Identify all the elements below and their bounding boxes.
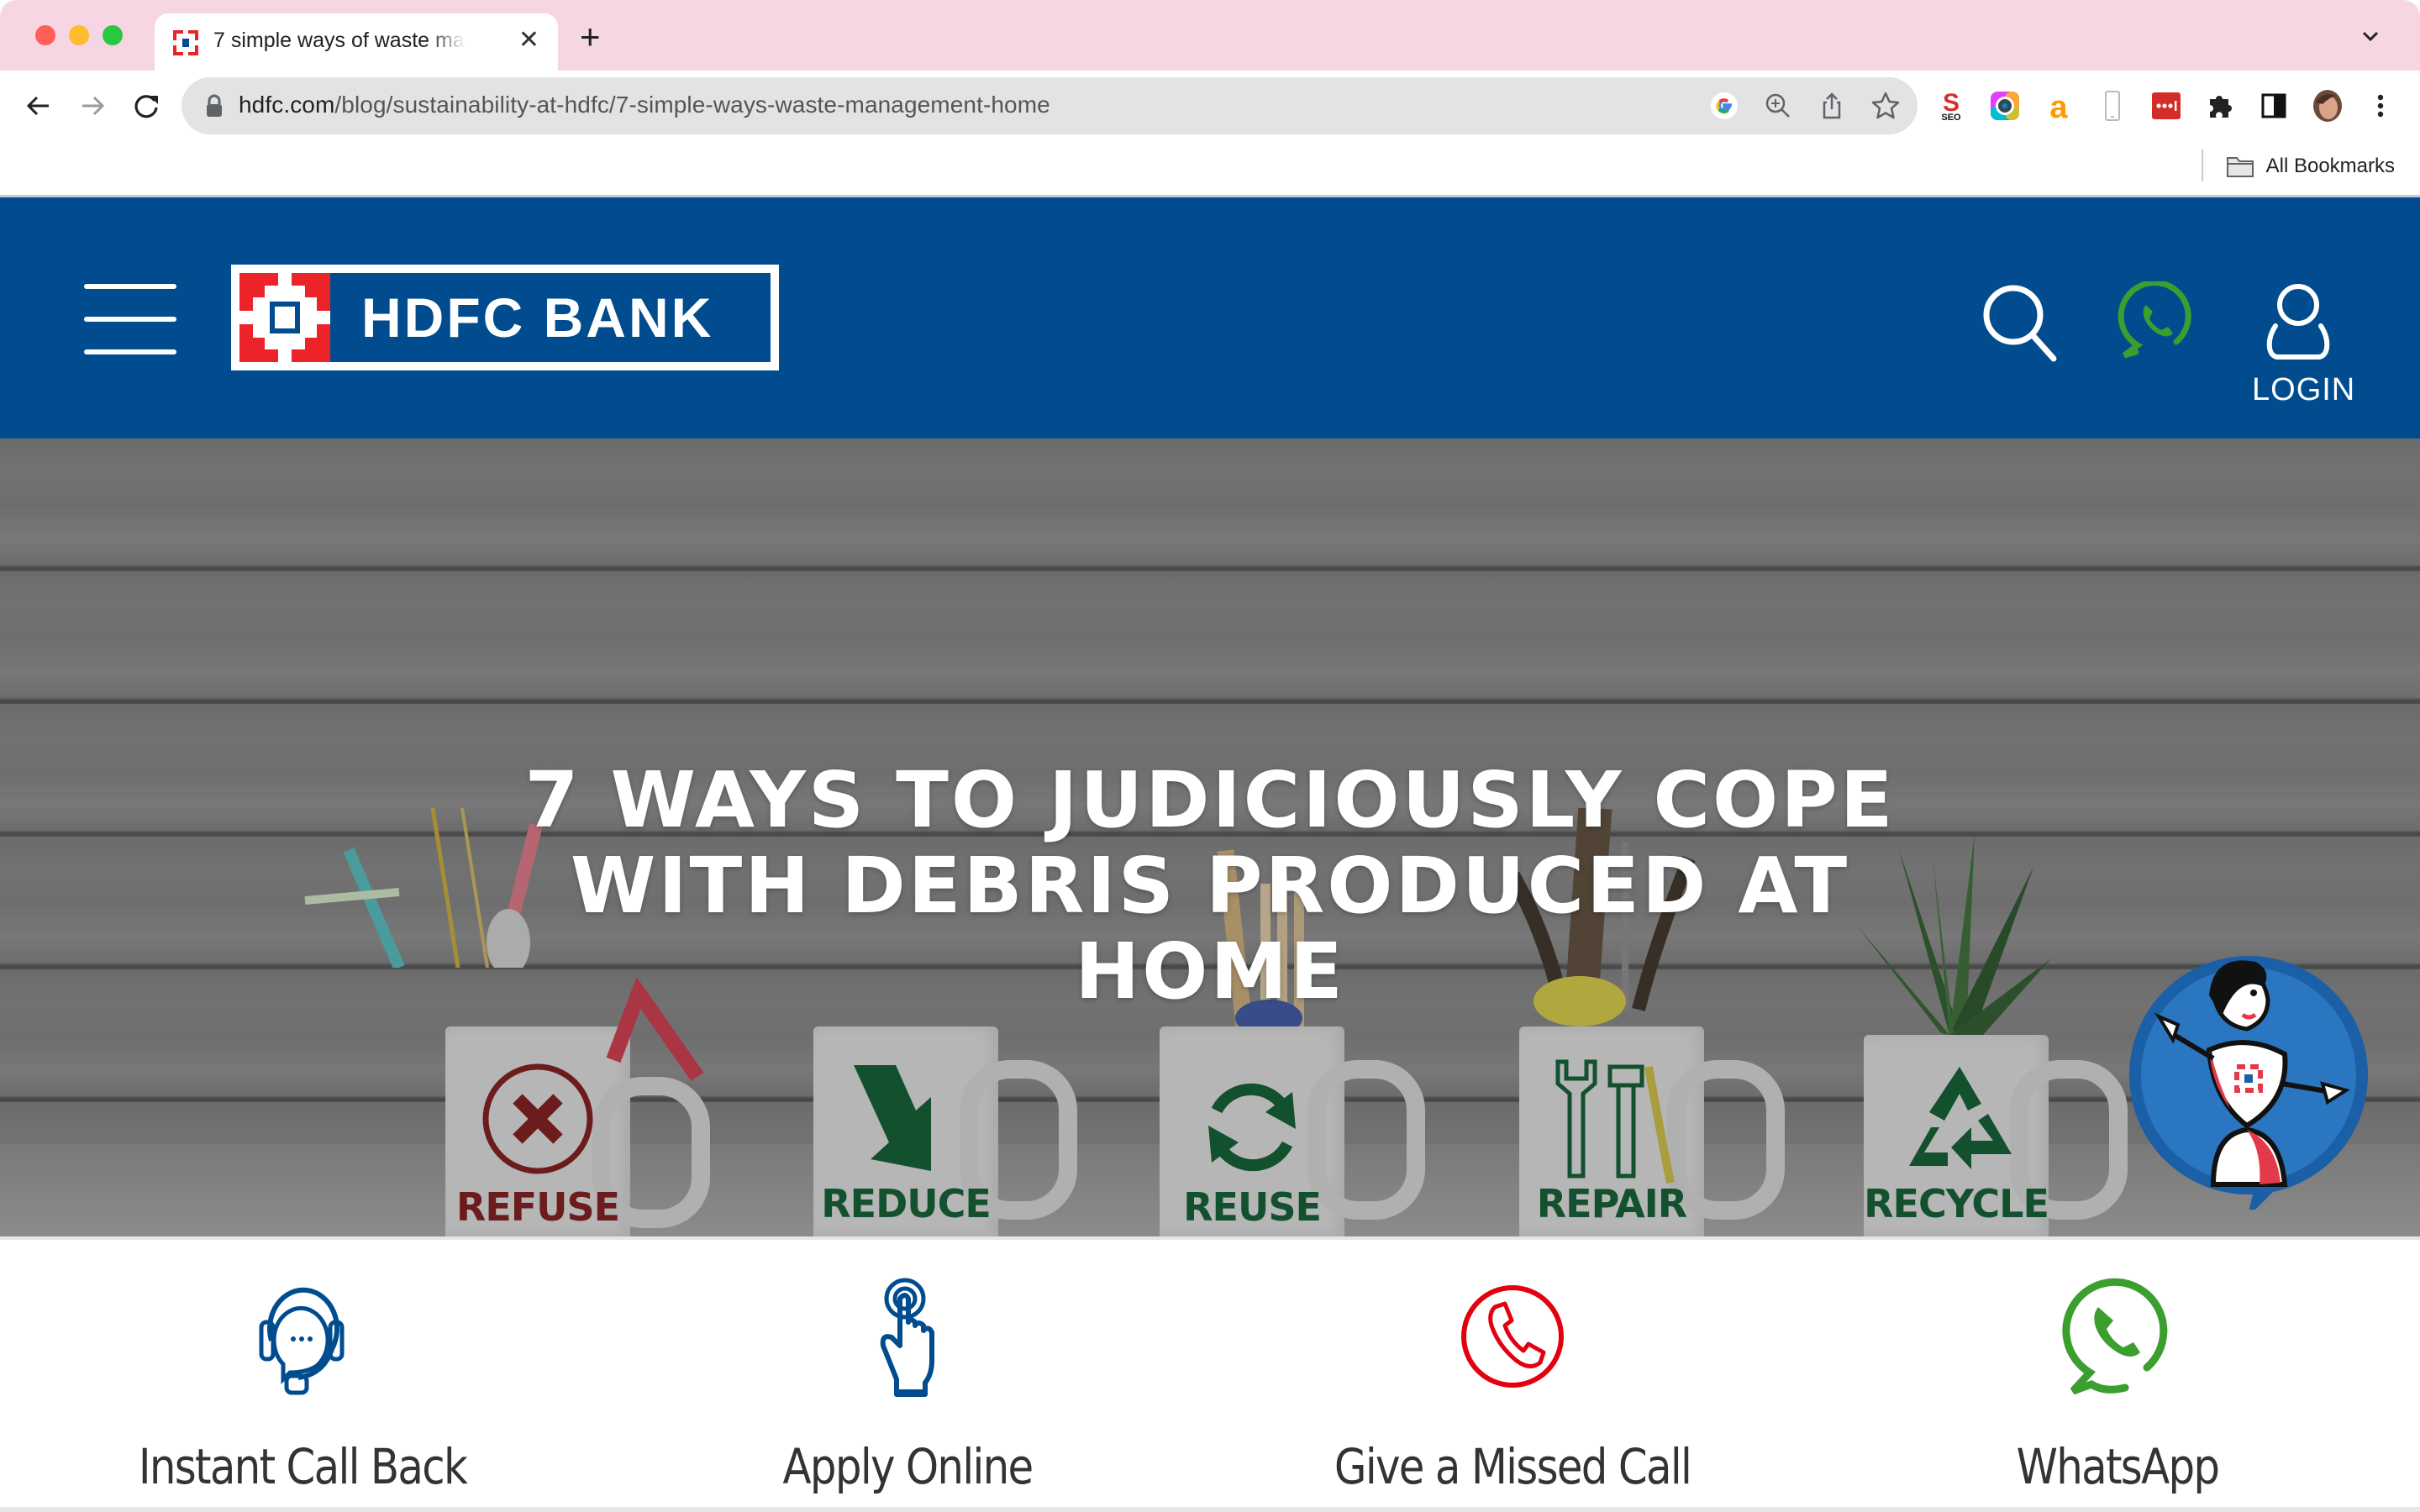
url-path: /blog/sustainability-at-hdfc/7-simple-wa… (334, 92, 1050, 118)
ask-eva-chatbot-icon[interactable] (2121, 941, 2373, 1210)
site-header: HDFC BANK LOGIN (0, 195, 2420, 438)
bookmarks-divider (2202, 150, 2203, 181)
browser-toolbar: hdfc.com/blog/sustainability-at-hdfc/7-s… (0, 71, 2420, 195)
share-icon[interactable] (1817, 91, 1847, 121)
phone-circle-icon (1461, 1285, 1564, 1388)
bookmark-star-icon[interactable] (1870, 91, 1901, 121)
window-close-button[interactable] (35, 25, 55, 45)
action-label: Give a Missed Call (1334, 1438, 1692, 1495)
tab-title: 7 simple ways of waste management (213, 29, 466, 52)
browser-tab-bar: 7 simple ways of waste management ✕ + (0, 0, 2420, 71)
window-maximize-button[interactable] (103, 25, 123, 45)
action-label: Instant Call Back (138, 1438, 468, 1495)
color-picker-extension-icon[interactable] (1988, 89, 2022, 123)
action-give-missed-call[interactable]: Give a Missed Call (1210, 1273, 1815, 1495)
search-icon[interactable] (1980, 281, 2060, 362)
action-label: WhatsApp (2016, 1438, 2220, 1495)
action-label: Apply Online (782, 1438, 1034, 1495)
pointer-hand-icon (880, 1278, 934, 1397)
whatsapp-icon[interactable] (2118, 281, 2198, 362)
reload-icon[interactable] (129, 89, 163, 123)
hdfc-logo-mark-icon (239, 273, 330, 362)
folder-icon (2226, 157, 2254, 177)
mobile-view-extension-icon[interactable] (2096, 89, 2129, 123)
action-instant-call-back[interactable]: Instant Call Back (0, 1273, 605, 1495)
headset-icon (259, 1287, 345, 1395)
hamburger-menu-icon[interactable] (84, 281, 176, 357)
hdfc-logo-icon (173, 30, 198, 55)
extensions-puzzle-icon[interactable] (2203, 89, 2237, 123)
lastpass-extension-icon[interactable] (2149, 89, 2183, 123)
profile-avatar[interactable] (2311, 89, 2344, 123)
hdfc-bank-logo[interactable]: HDFC BANK (231, 265, 779, 370)
article-title: 7 WAYS TO JUDICIOUSLY COPE WITH DEBRIS P… (524, 755, 1896, 1016)
side-panel-icon[interactable] (2257, 89, 2291, 123)
brand-name: HDFC BANK (361, 286, 714, 349)
lock-icon (207, 94, 222, 117)
tab-close-icon[interactable]: ✕ (518, 25, 539, 55)
google-icon[interactable] (1709, 91, 1739, 121)
action-whatsapp[interactable]: WhatsApp (1815, 1273, 2420, 1495)
zoom-icon[interactable] (1763, 91, 1793, 121)
user-login-icon[interactable] (2260, 280, 2336, 364)
forward-arrow-icon[interactable] (76, 89, 109, 123)
url-text[interactable]: hdfc.com/blog/sustainability-at-hdfc/7-s… (239, 92, 1050, 118)
amazon-extension-icon[interactable]: a (2042, 89, 2075, 123)
action-apply-online[interactable]: Apply Online (605, 1273, 1210, 1495)
quick-actions-bar: Instant Call Back Apply Online Give a Mi… (0, 1236, 2420, 1512)
svg-text:a: a (2049, 90, 2068, 123)
address-bar[interactable]: hdfc.com/blog/sustainability-at-hdfc/7-s… (182, 77, 1918, 134)
hero-banner: REFUSE REDUCE REUSE REPAIR RECYCLE 7 WAY… (0, 438, 2420, 1236)
whatsapp-icon (2062, 1278, 2168, 1395)
window-minimize-button[interactable] (69, 25, 89, 45)
back-arrow-icon[interactable] (22, 89, 55, 123)
url-host: hdfc.com (239, 92, 335, 118)
all-bookmarks-button[interactable]: All Bookmarks (2226, 148, 2395, 185)
menu-kebab-icon[interactable] (2368, 89, 2393, 123)
seo-extension-icon[interactable]: S SEO (1934, 89, 1968, 123)
login-link[interactable]: LOGIN (2252, 372, 2355, 408)
all-bookmarks-label: All Bookmarks (2265, 155, 2395, 177)
browser-tab-active[interactable]: 7 simple ways of waste management ✕ (155, 13, 558, 71)
tab-search-chevron-icon[interactable] (2358, 24, 2383, 49)
new-tab-button[interactable]: + (580, 19, 601, 55)
svg-text:SEO: SEO (1941, 113, 1961, 123)
